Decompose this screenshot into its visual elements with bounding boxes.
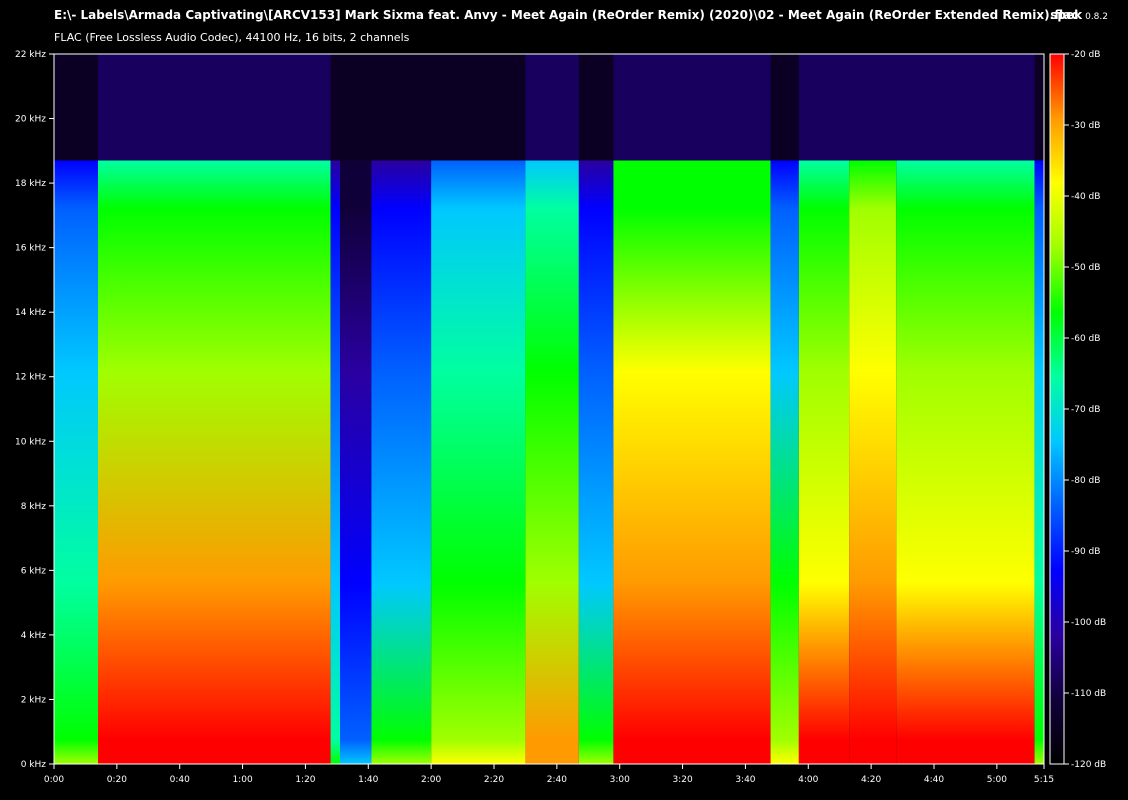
x-tick-label: 4:00 xyxy=(798,775,818,785)
spectrum-segment xyxy=(371,160,432,764)
spectrum-segment xyxy=(896,160,1035,764)
spectrum-segment xyxy=(340,160,372,764)
spectrum-segment-high xyxy=(340,54,372,161)
spectrum-segment xyxy=(770,160,799,764)
x-tick-label: 2:00 xyxy=(421,775,441,785)
spectrum-segment-high xyxy=(613,54,771,161)
spectrum-segment-high xyxy=(371,54,432,161)
legend-tick-label: -80 dB xyxy=(1071,476,1100,486)
x-tick-label: 0:40 xyxy=(170,775,190,785)
x-tick-label: 0:20 xyxy=(107,775,127,785)
spectrum-segment-high xyxy=(98,54,331,161)
spectrum-segment-high xyxy=(770,54,799,161)
spectrum-segment xyxy=(578,160,614,764)
y-tick-label: 10 kHz xyxy=(15,437,46,447)
x-tick-label: 5:15 xyxy=(1034,775,1054,785)
x-tick-label: 3:40 xyxy=(735,775,755,785)
spectrum-segment-high xyxy=(896,54,1035,161)
spectrogram-chart: 0:00 0:20 0:40 1:00 1:20 1:40 2:00 2:20 2:40 3:00… xyxy=(15,50,1106,785)
y-tick-label: 4 kHz xyxy=(21,631,47,641)
x-tick-label: 1:20 xyxy=(295,775,315,785)
spectrogram-bands xyxy=(54,54,1044,764)
spectrum-segment xyxy=(330,160,340,764)
y-tick-label: 8 kHz xyxy=(21,502,47,512)
y-tick-label: 14 kHz xyxy=(15,308,46,318)
y-tick-label: 6 kHz xyxy=(21,566,47,576)
spectrum-segment-high xyxy=(525,54,579,161)
legend-tick-label: -100 dB xyxy=(1071,618,1106,628)
spectrum-segment xyxy=(431,160,526,764)
spectrum-segment xyxy=(613,160,771,764)
y-tick-label: 22 kHz xyxy=(15,50,46,60)
legend-tick-label: -110 dB xyxy=(1071,689,1106,699)
x-tick-label: 2:40 xyxy=(547,775,567,785)
y-tick-label: 2 kHz xyxy=(21,695,47,705)
spectrum-segment xyxy=(849,160,897,764)
legend-tick-label: -30 dB xyxy=(1071,121,1100,131)
spectrum-segment-high xyxy=(798,54,850,161)
legend-tick-label: -90 dB xyxy=(1071,547,1100,557)
spectrum-segment-high xyxy=(431,54,526,161)
legend-tick-label: -20 dB xyxy=(1071,50,1100,60)
spectrum-segment xyxy=(1034,160,1044,764)
x-tick-label: 0:00 xyxy=(44,775,64,785)
y-tick-label: 12 kHz xyxy=(15,373,46,383)
spectrum-segment-high xyxy=(54,54,98,161)
spectrum-segment-high xyxy=(330,54,340,161)
legend-tick-label: -70 dB xyxy=(1071,405,1100,415)
y-tick-label: 20 kHz xyxy=(15,115,46,125)
y-tick-label: 16 kHz xyxy=(15,244,46,254)
x-axis: 0:00 0:20 0:40 1:00 1:20 1:40 2:00 2:20 2:40 3:00… xyxy=(44,764,1054,785)
legend-tick-label: -120 dB xyxy=(1071,760,1106,770)
x-tick-label: 3:00 xyxy=(610,775,630,785)
spectrum-segment xyxy=(54,160,98,764)
spectrum-segment xyxy=(98,160,331,764)
x-tick-label: 1:00 xyxy=(232,775,252,785)
color-legend-bar xyxy=(1050,54,1064,764)
x-tick-label: 3:20 xyxy=(672,775,692,785)
spectrum-segment xyxy=(525,160,579,764)
x-tick-label: 1:40 xyxy=(358,775,378,785)
spectrum-segment-high xyxy=(578,54,614,161)
y-axis: 0 kHz 2 kHz 4 kHz 6 kHz 8 kHz 10 kHz 12 kHz 14 … xyxy=(15,50,54,770)
x-tick-label: 2:20 xyxy=(484,775,504,785)
spectrum-segment xyxy=(798,160,850,764)
x-tick-label: 5:00 xyxy=(987,775,1007,785)
x-tick-label: 4:40 xyxy=(924,775,944,785)
y-tick-label: 18 kHz xyxy=(15,179,46,189)
spectrum-segment-high xyxy=(849,54,897,161)
legend-tick-label: -40 dB xyxy=(1071,192,1100,202)
spectrum-segment-high xyxy=(1034,54,1044,161)
y-tick-label: 0 kHz xyxy=(21,760,47,770)
color-legend-axis: -20 dB -30 dB -40 dB -50 dB -60 dB -70 dB -80 … xyxy=(1064,50,1106,770)
legend-tick-label: -50 dB xyxy=(1071,263,1100,273)
x-tick-label: 4:20 xyxy=(861,775,881,785)
legend-tick-label: -60 dB xyxy=(1071,334,1100,344)
